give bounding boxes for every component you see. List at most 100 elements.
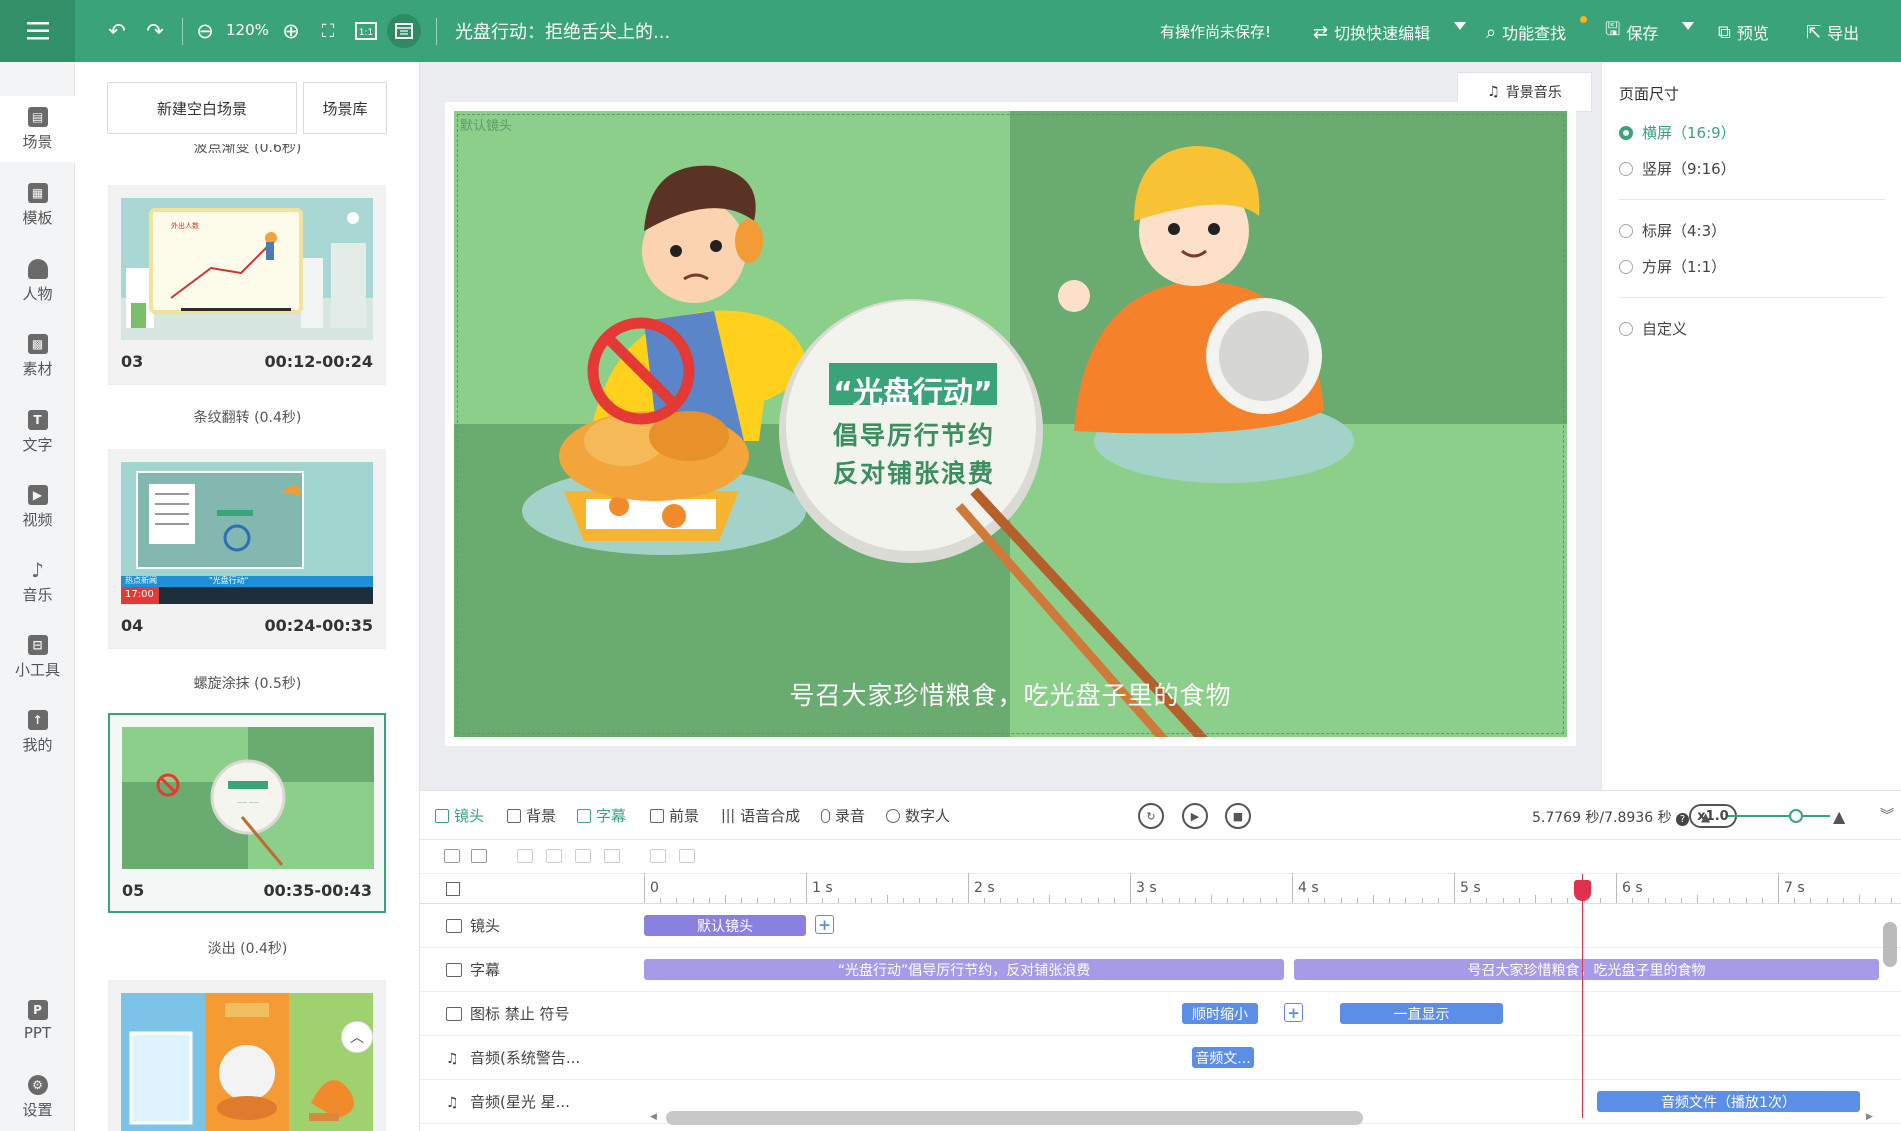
option-portrait[interactable]: 竖屏（9:16） xyxy=(1619,158,1736,179)
subtitle-clip-1[interactable]: “光盘行动”倡导厉行节约，反对铺张浪费 xyxy=(644,959,1284,980)
ruler-tick-label: 5 s xyxy=(1460,880,1481,896)
tab-foreground[interactable]: 前景 xyxy=(650,805,699,826)
zoom-in-icon[interactable]: ⊕ xyxy=(279,18,303,44)
option-square[interactable]: 方屏（1:1） xyxy=(1619,256,1726,277)
scroll-right-icon[interactable]: ▶ xyxy=(1866,1112,1873,1122)
slogan-line-2[interactable]: 反对铺张浪费 xyxy=(794,454,1034,490)
track-settings[interactable] xyxy=(420,874,644,904)
ruler-tick-mark xyxy=(1486,898,1488,903)
align-right-icon[interactable] xyxy=(546,849,562,863)
scroll-to-top-button[interactable]: ︿ xyxy=(341,1021,373,1053)
new-blank-scene-button[interactable]: 新建空白场景 xyxy=(107,82,297,134)
filter-icon[interactable] xyxy=(444,849,460,863)
track-label-audio-1[interactable]: ♫ 音频(系统警告... xyxy=(420,1036,644,1080)
tab-tts[interactable]: ||| 语音合成 xyxy=(721,805,800,826)
tab-record[interactable]: 录音 xyxy=(821,805,865,826)
tab-lens[interactable]: 镜头 xyxy=(435,805,484,826)
scene-canvas[interactable]: 默认镜头 “光盘行动” 倡导厉行节约 反对铺张浪费 号召大家珍惜粮食，吃光盘子里… xyxy=(454,111,1567,737)
scene-card-06[interactable]: ︿ xyxy=(108,980,386,1131)
switch-quick-edit-button[interactable]: ⇄ 切换快速编辑 xyxy=(1313,18,1430,46)
add-lens-button[interactable]: + xyxy=(815,915,834,934)
nav-character[interactable]: 人物 xyxy=(0,248,75,314)
subtitle-text[interactable]: 号召大家珍惜粮食，吃光盘子里的食物 xyxy=(454,676,1567,712)
icon-effect-clip-2[interactable]: 一直显示 xyxy=(1340,1003,1503,1024)
zoom-out-timeline-icon[interactable]: ▲ xyxy=(1701,810,1710,824)
fullscreen-icon[interactable]: ⛶ xyxy=(316,18,340,44)
scene-card-03[interactable]: 外出人数 03 00:12-00:24 xyxy=(108,185,386,385)
tab-digital-human[interactable]: 数字人 xyxy=(886,805,950,826)
slogan-title[interactable]: “光盘行动” xyxy=(829,368,997,412)
audio-clip-1[interactable]: 音频文... xyxy=(1192,1047,1254,1068)
ruler-tick-mark xyxy=(1227,898,1229,903)
zoom-in-timeline-icon[interactable]: ▲ xyxy=(1833,807,1845,826)
scene-card-04[interactable]: 热点新闻 "光盘行动" 17:00 04 00:24-00:35 xyxy=(108,449,386,649)
subtitle-clip-2[interactable]: 号召大家珍惜粮食，吃光盘子里的食物 xyxy=(1294,959,1879,980)
switch-dropdown-chevron-icon[interactable] xyxy=(1454,22,1466,30)
option-custom[interactable]: 自定义 xyxy=(1619,318,1687,339)
add-effect-button[interactable]: + xyxy=(1284,1003,1303,1022)
nav-settings[interactable]: ⚙ 设置 xyxy=(0,1064,75,1130)
option-standard[interactable]: 标屏（4:3） xyxy=(1619,220,1726,241)
track-label-subtitle[interactable]: 字幕 xyxy=(420,948,644,992)
nav-scene[interactable]: ▤ 场景 xyxy=(0,96,75,162)
timeline-horizontal-scrollbar[interactable] xyxy=(666,1111,1363,1125)
redo-icon[interactable]: ↷ xyxy=(142,18,168,44)
scroll-left-icon[interactable]: ◀ xyxy=(650,1112,657,1122)
stop-button[interactable]: ■ xyxy=(1225,803,1251,829)
align-left-icon[interactable] xyxy=(517,849,533,863)
option-landscape[interactable]: 横屏（16:9） xyxy=(1619,122,1736,143)
replay-button[interactable]: ↻ xyxy=(1138,803,1164,829)
nav-template[interactable]: ▦ 模板 xyxy=(0,172,75,238)
track-label-audio-2[interactable]: ♫ 音频(星光 星... xyxy=(420,1080,644,1124)
align-center-icon[interactable] xyxy=(575,849,591,863)
distribute-icon[interactable] xyxy=(604,849,620,863)
split-icon[interactable] xyxy=(471,849,487,863)
time-ruler[interactable]: 0 1 s 2 s 3 s 4 s 5 s 6 s 7 s xyxy=(644,873,1901,904)
play-button[interactable]: ▶ xyxy=(1182,803,1208,829)
export-button[interactable]: ⇱ 导出 xyxy=(1806,18,1859,46)
collapse-timeline-chevron-icon[interactable]: ︾ xyxy=(1880,805,1894,825)
track-label-icon[interactable]: 图标 禁止 符号 xyxy=(420,992,644,1036)
timeline-zoom-handle[interactable] xyxy=(1789,809,1803,823)
nav-music[interactable]: ♪ 音乐 xyxy=(0,549,75,615)
slogan-line-1[interactable]: 倡导厉行节约 xyxy=(794,416,1034,452)
undo-icon[interactable]: ↶ xyxy=(104,18,130,44)
transition-label[interactable]: 螺旋涂抹 (0.5秒) xyxy=(75,673,419,693)
actual-size-icon[interactable]: 1:1 xyxy=(354,18,378,44)
timeline-zoom-slider[interactable] xyxy=(1728,815,1830,817)
timeline-vertical-scrollbar[interactable] xyxy=(1883,922,1897,967)
scene-library-button[interactable]: 场景库 xyxy=(303,82,387,134)
nav-tools[interactable]: ⊟ 小工具 xyxy=(0,624,75,690)
copy-icon[interactable] xyxy=(650,849,666,863)
audio-clip-2[interactable]: 音频文件（播放1次） xyxy=(1597,1091,1860,1112)
nav-mine[interactable]: ↑ 我的 xyxy=(0,699,75,765)
preview-button[interactable]: ⧉ 预览 xyxy=(1718,18,1769,46)
save-dropdown-chevron-icon[interactable] xyxy=(1682,22,1694,30)
tab-subtitle[interactable]: 字幕 xyxy=(577,805,626,826)
transition-label[interactable]: 淡出 (0.4秒) xyxy=(75,938,419,958)
grid-view-icon[interactable] xyxy=(387,14,421,48)
transition-label[interactable]: 波点渐变 (0.6秒) xyxy=(75,144,419,158)
zoom-out-icon[interactable]: ⊖ xyxy=(193,18,217,44)
help-icon[interactable]: ? xyxy=(1676,813,1690,826)
scene-card-05[interactable]: —— —— 05 00:35-00:43 xyxy=(108,713,386,913)
lens-clip[interactable]: 默认镜头 xyxy=(644,915,806,936)
camera-icon xyxy=(446,918,462,933)
find-feature-button[interactable]: ⌕ 功能查找 xyxy=(1486,18,1566,46)
save-button[interactable]: 🖫 保存 xyxy=(1605,18,1658,46)
playhead-line[interactable] xyxy=(1582,874,1583,1118)
paste-icon[interactable] xyxy=(679,849,695,863)
nav-text[interactable]: T 文字 xyxy=(0,399,75,465)
playhead-handle[interactable] xyxy=(1574,880,1591,901)
nav-video[interactable]: ▶ 视频 xyxy=(0,474,75,540)
tab-background[interactable]: 背景 xyxy=(507,805,556,826)
icon-effect-clip-1[interactable]: 顺时缩小 xyxy=(1182,1003,1258,1024)
track-label-lens[interactable]: 镜头 xyxy=(420,904,644,948)
project-title[interactable]: 光盘行动：拒绝舌尖上的... xyxy=(455,18,670,44)
material-icon: ▩ xyxy=(27,333,48,354)
menu-button[interactable] xyxy=(0,0,75,62)
transition-label[interactable]: 条纹翻转 (0.4秒) xyxy=(75,407,419,427)
search-icon: ⌕ xyxy=(1486,21,1497,43)
nav-ppt[interactable]: P PPT xyxy=(0,988,75,1054)
nav-material[interactable]: ▩ 素材 xyxy=(0,323,75,389)
